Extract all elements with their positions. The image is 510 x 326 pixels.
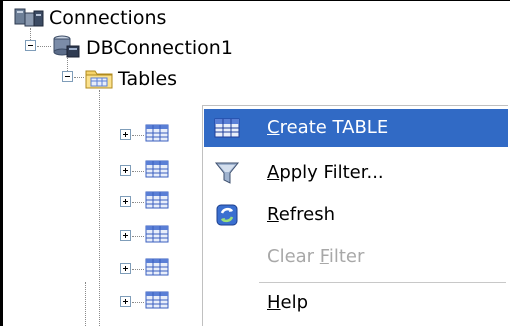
tree-line <box>74 77 84 78</box>
collapse-toggle-tables[interactable] <box>62 71 73 82</box>
tree-line <box>85 282 86 326</box>
menu-item-create-table[interactable]: Create TABLE <box>204 109 508 147</box>
expand-toggle[interactable] <box>120 196 131 207</box>
table-icon <box>145 291 169 309</box>
table-icon <box>145 160 169 178</box>
menu-item-label: Apply Filter... <box>267 162 384 183</box>
expand-toggle[interactable] <box>120 230 131 241</box>
tree-tables-label[interactable]: Tables <box>118 68 177 90</box>
collapse-toggle-dbconnection[interactable] <box>25 40 36 51</box>
tree-line <box>132 202 144 203</box>
tree-line <box>37 46 51 47</box>
create-table-icon <box>214 118 240 138</box>
table-icon <box>145 225 169 243</box>
menu-separator <box>259 282 506 283</box>
refresh-icon <box>216 204 238 226</box>
expand-toggle[interactable] <box>120 165 131 176</box>
context-menu: Create TABLE Apply Filter... Refresh Cle… <box>202 105 508 326</box>
menu-item-refresh[interactable]: Refresh <box>204 196 508 234</box>
connections-icon <box>14 8 44 27</box>
table-icon <box>145 258 169 276</box>
filter-funnel-icon <box>214 162 240 184</box>
folder-icon <box>85 70 113 89</box>
tree-line <box>132 236 144 237</box>
table-icon <box>145 124 169 142</box>
tree-line <box>132 135 144 136</box>
menu-item-label: Clear Filter <box>267 246 365 267</box>
expand-toggle[interactable] <box>120 296 131 307</box>
menu-item-help[interactable]: Help <box>204 284 508 322</box>
tree-line <box>67 58 68 71</box>
tree-line <box>30 28 31 40</box>
menu-item-label: Refresh <box>267 204 335 225</box>
menu-item-clear-filter: Clear Filter <box>204 238 508 276</box>
tree-connection-label[interactable]: DBConnection1 <box>86 37 233 59</box>
menu-item-label: Help <box>267 292 309 313</box>
tree-line <box>132 302 144 303</box>
expand-toggle[interactable] <box>120 129 131 140</box>
menu-item-apply-filter[interactable]: Apply Filter... <box>204 154 508 192</box>
menu-item-label: Create TABLE <box>267 117 389 138</box>
tree-line <box>99 90 100 326</box>
database-connection-icon <box>53 35 80 58</box>
tree-root-label[interactable]: Connections <box>49 7 166 29</box>
tree-line <box>132 269 144 270</box>
expand-toggle[interactable] <box>120 263 131 274</box>
tree-line <box>132 171 144 172</box>
table-icon <box>145 191 169 209</box>
